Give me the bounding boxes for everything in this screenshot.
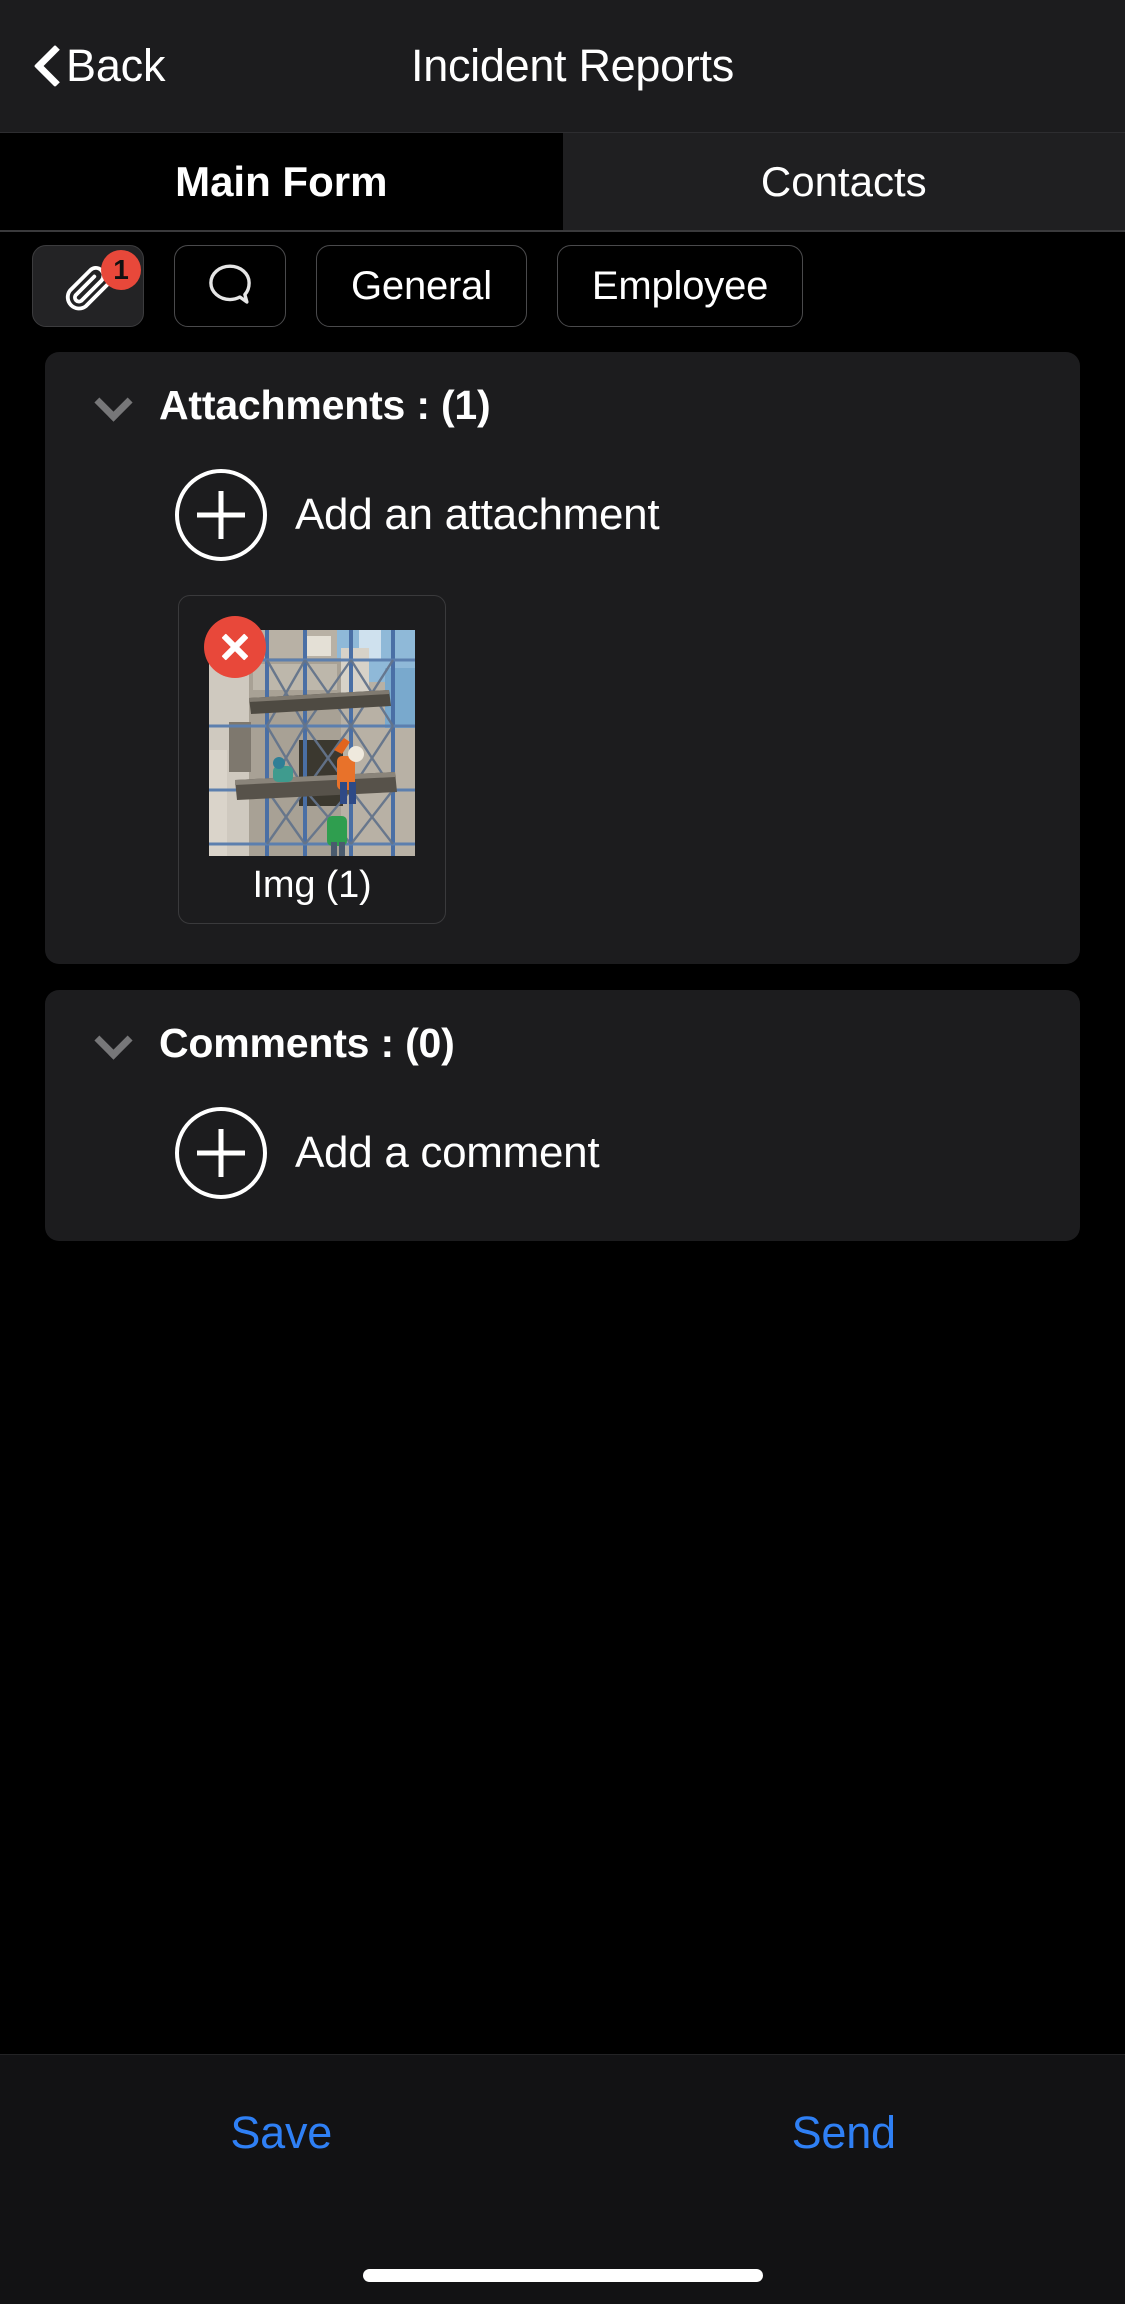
back-button[interactable]: Back [34,40,165,92]
add-attachment-button[interactable]: Add an attachment [45,435,1080,595]
close-circle-icon[interactable] [204,616,266,678]
send-button[interactable]: Send [563,2107,1125,2159]
attachment-caption: Img (1) [252,864,372,906]
plus-circle-icon [175,1107,267,1199]
attachment-thumbnail-item[interactable]: Img (1) [178,595,446,924]
tab-bar: Main Form Contacts [0,133,1125,232]
section-filter-chip-row[interactable]: 1 General Employee [0,232,1125,340]
add-comment-button[interactable]: Add a comment [45,1073,1080,1241]
comments-section-header[interactable]: Comments : (0) [45,990,1080,1073]
tab-main-form[interactable]: Main Form [0,133,563,230]
chip-general-label: General [351,263,492,308]
app-root: Back Incident Reports Main Form Contacts… [0,0,1125,2304]
tab-contacts-label: Contacts [760,157,927,205]
chevron-down-icon [95,389,129,423]
bottom-action-bar: Save Send [0,2054,1125,2304]
comments-card: Comments : (0) Add a comment [45,990,1080,1241]
page-title: Incident Reports [411,40,734,91]
add-comment-label: Add a comment [295,1128,600,1177]
tab-contacts[interactable]: Contacts [562,133,1125,230]
plus-circle-icon [175,469,267,561]
form-content-scroll[interactable]: Attachments : (1) Add an attachment Img … [0,340,1125,2054]
chip-employee[interactable]: Employee [556,245,804,327]
save-button[interactable]: Save [0,2107,563,2159]
navigation-bar: Back Incident Reports [0,0,1125,133]
chip-general[interactable]: General [316,245,527,327]
chip-comments[interactable] [174,245,286,327]
chevron-down-icon [95,1027,129,1061]
attachment-thumbnail-list: Img (1) [45,595,1080,964]
tab-main-form-label: Main Form [175,157,388,205]
back-button-label: Back [66,40,166,91]
attachments-count-badge: 1 [101,250,141,290]
attachments-card: Attachments : (1) Add an attachment Img … [45,352,1080,964]
chevron-left-icon [34,43,60,89]
home-indicator [362,2269,763,2282]
speech-bubble-icon [209,264,251,304]
attachments-section-header[interactable]: Attachments : (1) [45,352,1080,435]
attachments-section-title: Attachments : (1) [159,382,491,428]
chip-attachments[interactable]: 1 [32,245,144,327]
chip-employee-label: Employee [591,263,769,308]
add-attachment-label: Add an attachment [295,490,660,539]
comments-section-title: Comments : (0) [159,1020,455,1066]
